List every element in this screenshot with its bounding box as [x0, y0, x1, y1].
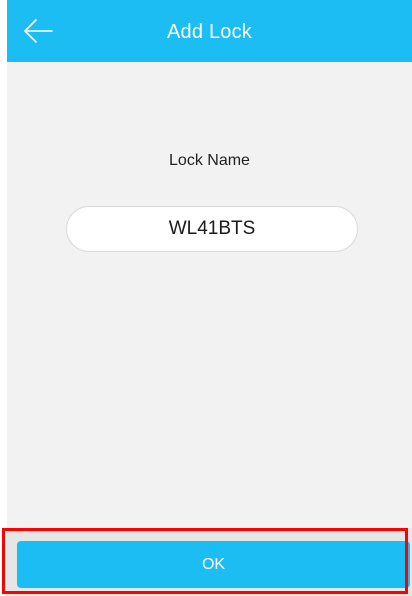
add-lock-screen: Add Lock Lock Name: [7, 0, 412, 596]
app-header: Add Lock: [7, 0, 412, 62]
ok-button[interactable]: OK: [17, 541, 410, 588]
page-title: Add Lock: [167, 21, 252, 43]
lock-name-label: Lock Name: [169, 152, 250, 169]
lock-name-input[interactable]: [66, 206, 358, 252]
